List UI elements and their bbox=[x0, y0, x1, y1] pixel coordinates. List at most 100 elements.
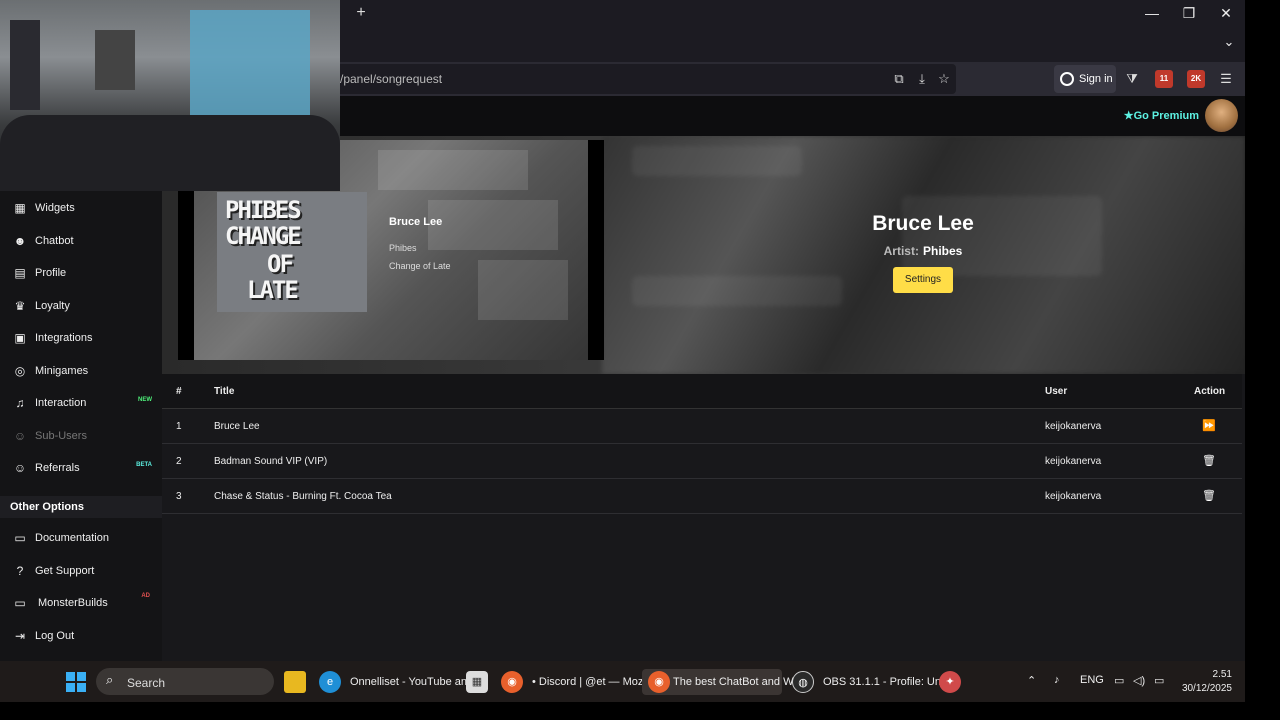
address-bar[interactable]: /panel/songrequest ⧉ ⤓ ☆ bbox=[330, 64, 956, 94]
cover-word: CHANGE bbox=[225, 222, 302, 250]
taskbar-app-obs[interactable]: ◍ OBS 31.1.1 - Profile: Unti bbox=[792, 669, 947, 695]
store-icon[interactable]: ▦ bbox=[466, 669, 488, 695]
clock[interactable]: 2.51 30/12/2025 bbox=[1180, 668, 1232, 696]
sidebar-item-profile[interactable]: ▤ Profile bbox=[0, 258, 162, 288]
cover-word: PHIBES bbox=[225, 196, 302, 224]
app-icon: ✦ bbox=[939, 671, 961, 693]
taskbar-app-firefox-chatbot[interactable]: ◉ The best ChatBot and W bbox=[642, 669, 793, 695]
row-number: 2 bbox=[176, 456, 182, 467]
tray-chevron-icon[interactable]: ⌃ bbox=[1027, 674, 1036, 687]
row-user: keijokanerva bbox=[1045, 421, 1102, 432]
url-text: /panel/songrequest bbox=[340, 72, 443, 86]
clock-date: 30/12/2025 bbox=[1181, 683, 1232, 694]
robot-icon: ☻ bbox=[13, 234, 27, 248]
bookmark-star-icon[interactable]: ☆ bbox=[936, 71, 952, 87]
row-user: keijokanerva bbox=[1045, 456, 1102, 467]
webcam-overlay bbox=[0, 0, 340, 191]
clock-time: 2.51 bbox=[1212, 669, 1232, 680]
search-icon: ⌕ bbox=[106, 672, 114, 687]
obs-icon: ◍ bbox=[792, 671, 814, 693]
extension-badge-2[interactable]: 2K bbox=[1187, 70, 1205, 88]
now-playing-title: Bruce Lee bbox=[872, 212, 974, 235]
sidebar-item-monsterbuilds[interactable]: ▭ MonsterBuilds AD bbox=[0, 588, 162, 618]
screen-edge bbox=[1245, 0, 1280, 720]
new-badge: NEW bbox=[138, 397, 152, 403]
sidebar-item-sub-users[interactable]: ☺ Sub-Users bbox=[0, 421, 162, 451]
search-label: Search bbox=[127, 676, 166, 690]
screen-edge-bottom bbox=[0, 702, 1280, 720]
restore-button[interactable]: ❐ bbox=[1178, 3, 1200, 23]
trophy-icon: ♛ bbox=[14, 299, 26, 313]
sidebar-item-label: Profile bbox=[35, 267, 67, 279]
trash-icon[interactable]: 🗑 bbox=[1202, 454, 1216, 468]
sidebar-item-integrations[interactable]: ▣ Integrations bbox=[0, 323, 162, 353]
taskbar: ⌕ Search e Onnelliset - YouTube an ▦ ◉ •… bbox=[0, 661, 1245, 702]
store-glyph: ▦ bbox=[466, 671, 488, 693]
row-number: 3 bbox=[176, 491, 182, 502]
settings-button[interactable]: Settings bbox=[893, 267, 953, 293]
skip-icon[interactable]: ⏩ bbox=[1202, 419, 1216, 433]
microphone-icon[interactable]: ♪ bbox=[1054, 674, 1060, 686]
sidebar-item-documentation[interactable]: ▭ Documentation bbox=[0, 523, 162, 553]
taskbar-app-label: OBS 31.1.1 - Profile: Unti bbox=[823, 676, 947, 688]
avatar[interactable] bbox=[1205, 99, 1238, 132]
laptop-icon: ▭ bbox=[14, 596, 26, 610]
picture-in-picture-icon[interactable]: ⧉ bbox=[891, 71, 907, 87]
volume-icon[interactable]: ◁) bbox=[1133, 674, 1145, 687]
sidebar-item-chatbot[interactable]: ☻ Chatbot bbox=[0, 226, 162, 256]
other-options-heading: Other Options bbox=[0, 496, 162, 518]
taskbar-app-edge[interactable]: e Onnelliset - YouTube an bbox=[319, 669, 467, 695]
row-title: Chase & Status - Burning Ft. Cocoa Tea bbox=[214, 491, 392, 502]
network-icon[interactable]: ▭ bbox=[1114, 674, 1124, 687]
tab-list-chevron-icon[interactable]: ⌄ bbox=[1219, 34, 1239, 52]
battery-icon[interactable]: ▭ bbox=[1154, 674, 1164, 687]
sidebar-item-label: Interaction bbox=[35, 397, 87, 409]
column-number: # bbox=[176, 386, 182, 397]
taskbar-app-firefox-discord[interactable]: ◉ • Discord | @et — Mozil bbox=[501, 669, 648, 695]
column-title: Title bbox=[214, 386, 235, 397]
language-indicator[interactable]: ENG bbox=[1080, 674, 1104, 686]
album-cover: PHIBES CHANGE OF LATE bbox=[217, 192, 367, 312]
download-icon[interactable]: ⤓ bbox=[914, 71, 930, 87]
file-explorer-icon[interactable] bbox=[284, 669, 306, 695]
cover-word: OF bbox=[267, 250, 294, 278]
minimize-button[interactable]: — bbox=[1141, 3, 1163, 23]
table-header: # Title User Action bbox=[162, 374, 1242, 409]
trash-icon[interactable]: 🗑 bbox=[1202, 489, 1216, 503]
row-title: Badman Sound VIP (VIP) bbox=[214, 456, 328, 467]
sidebar-item-log-out[interactable]: ⇥ Log Out bbox=[0, 621, 162, 651]
sidebar-item-label: Log Out bbox=[35, 630, 75, 642]
sidebar-item-loyalty[interactable]: ♛ Loyalty bbox=[0, 291, 162, 321]
artist-value: Phibes bbox=[922, 244, 963, 258]
sidebar-item-label: Integrations bbox=[35, 332, 93, 344]
column-user: User bbox=[1045, 386, 1068, 397]
star-icon: ★ bbox=[1123, 110, 1134, 122]
sidebar-item-referrals[interactable]: ☺ Referrals BETA bbox=[0, 453, 162, 483]
sidebar: ▦ Widgets ☻ Chatbot ▤ Profile ♛ Loyalty … bbox=[0, 136, 162, 661]
windows-start-icon[interactable] bbox=[66, 672, 86, 692]
music-icon: ♫ bbox=[15, 396, 25, 410]
account-icon bbox=[1060, 72, 1074, 86]
section-title: Other Options bbox=[10, 501, 84, 513]
firefox-icon: ◉ bbox=[501, 671, 523, 693]
player-artist: Phibes bbox=[389, 243, 417, 253]
gamepad-icon: ◎ bbox=[14, 364, 26, 378]
taskbar-search[interactable]: ⌕ Search bbox=[96, 668, 274, 695]
taskbar-app-extra[interactable]: ✦ bbox=[939, 669, 961, 695]
new-tab-button[interactable]: + bbox=[352, 4, 370, 22]
go-premium-link[interactable]: ★Go Premium bbox=[1124, 109, 1199, 122]
cover-word: LATE bbox=[247, 276, 299, 304]
sidebar-item-minigames[interactable]: ◎ Minigames bbox=[0, 356, 162, 386]
extensions-icon[interactable]: ⧩ bbox=[1123, 70, 1141, 88]
sidebar-item-widgets[interactable]: ▦ Widgets bbox=[0, 193, 162, 223]
menu-icon[interactable]: ☰ bbox=[1217, 70, 1235, 88]
logout-icon: ⇥ bbox=[14, 629, 26, 643]
close-window-button[interactable]: ✕ bbox=[1215, 3, 1237, 23]
player-song-title: Bruce Lee bbox=[389, 216, 443, 228]
question-icon: ? bbox=[16, 564, 24, 578]
sign-in-button[interactable]: Sign in bbox=[1054, 65, 1116, 93]
sidebar-item-interaction[interactable]: ♫ Interaction NEW bbox=[0, 388, 162, 418]
extension-badge[interactable]: 11 bbox=[1155, 70, 1173, 88]
grid-icon: ▦ bbox=[14, 201, 26, 215]
sidebar-item-get-support[interactable]: ? Get Support bbox=[0, 556, 162, 586]
